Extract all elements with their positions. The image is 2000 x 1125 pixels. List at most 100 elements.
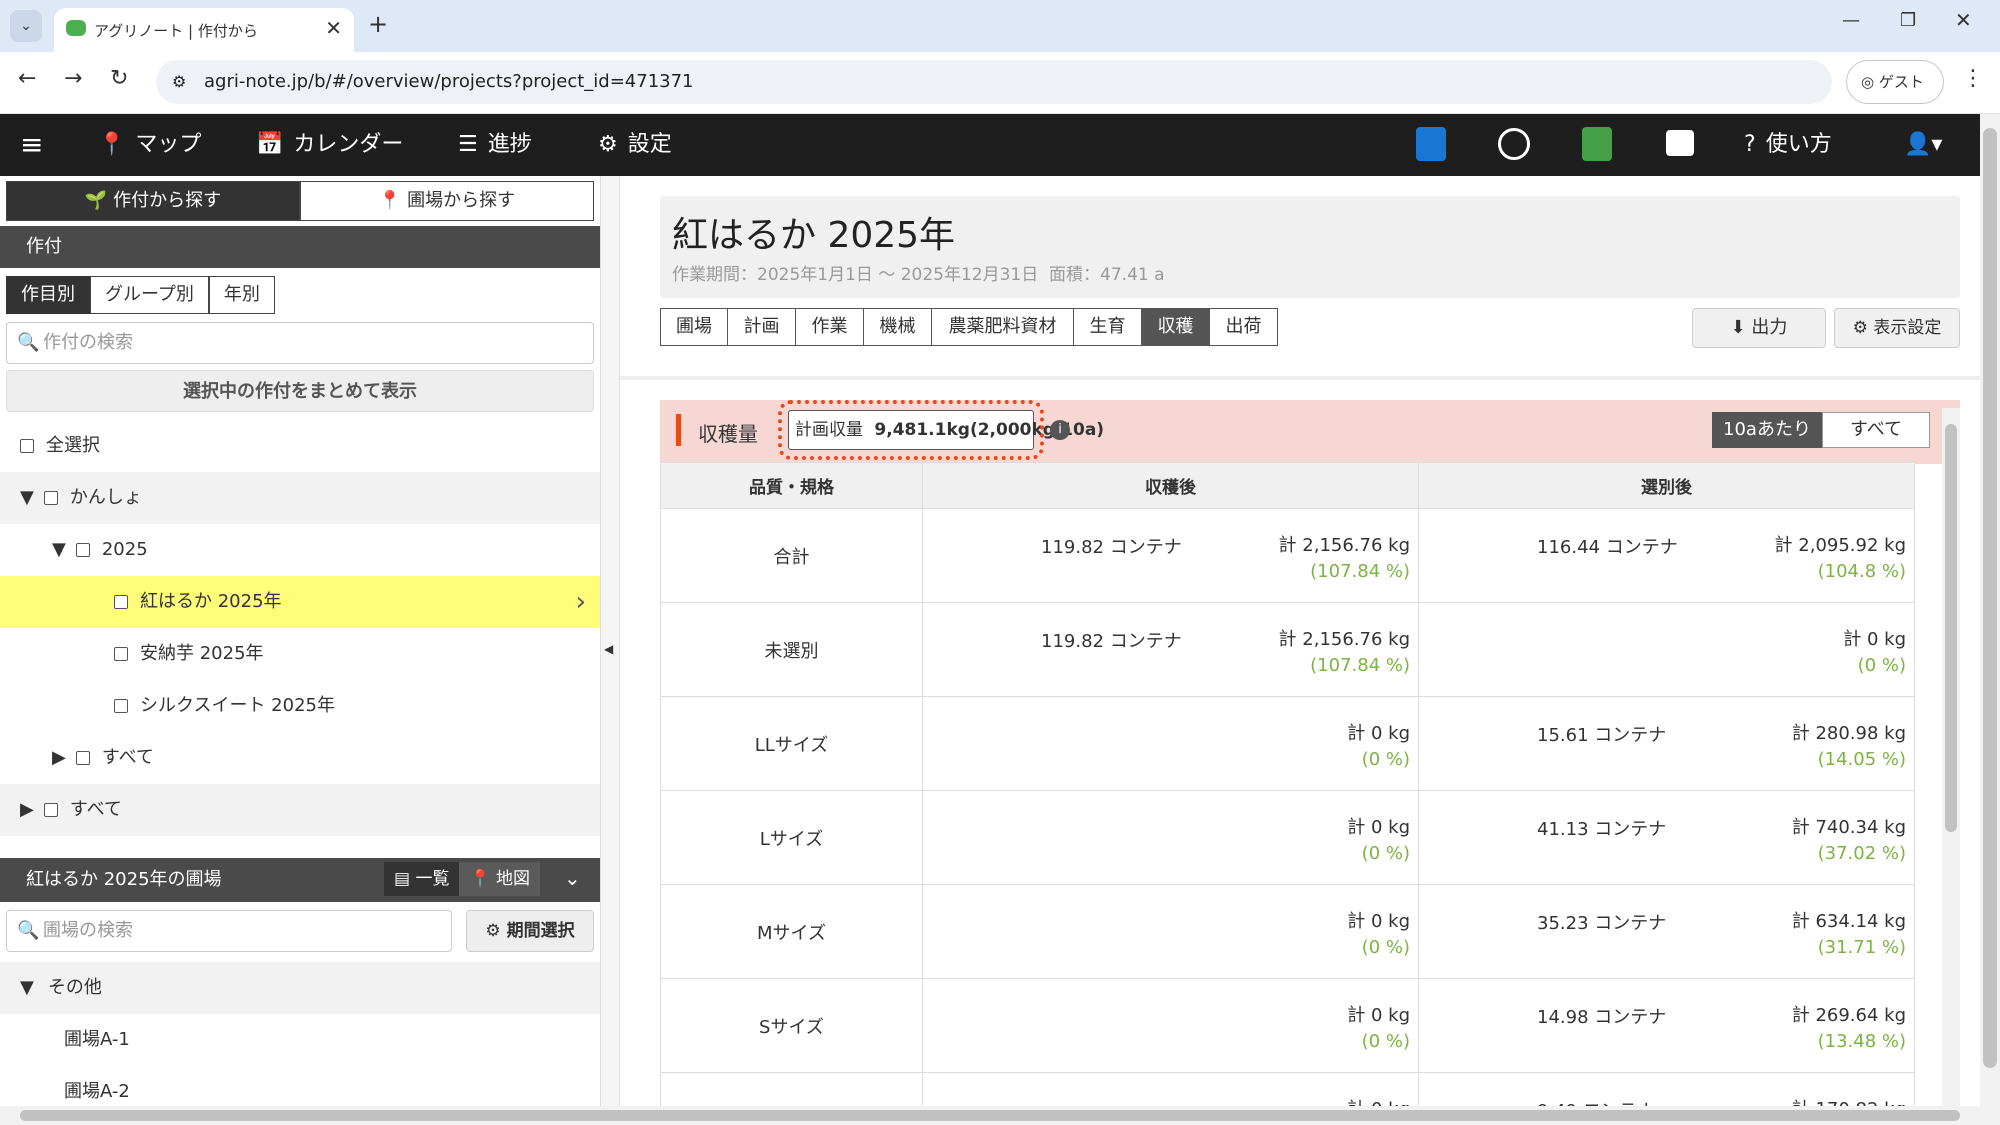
tab-plan[interactable]: 計画 bbox=[727, 308, 796, 346]
tree-group[interactable]: ▼ かんしょ bbox=[0, 472, 600, 524]
close-tab-icon[interactable]: ✕ bbox=[325, 16, 342, 40]
tab-shipping[interactable]: 出荷 bbox=[1209, 308, 1278, 346]
tab-harvest[interactable]: 収穫 bbox=[1141, 308, 1210, 346]
site-settings-icon[interactable]: ⚙ bbox=[172, 60, 186, 104]
project-header: 紅はるか 2025年 作業期間：2025年1月1日 〜 2025年12月31日 … bbox=[660, 196, 1960, 298]
mgr-app-icon[interactable] bbox=[1416, 127, 1446, 161]
quality-cell: Sサイズ bbox=[660, 978, 923, 1073]
collapsed-caret-icon[interactable]: ▶ bbox=[52, 732, 66, 784]
reload-icon[interactable]: ↻ bbox=[110, 66, 128, 91]
minimize-icon[interactable]: — bbox=[1842, 10, 1860, 31]
restore-icon[interactable]: ❐ bbox=[1900, 10, 1916, 31]
tree-sub-all[interactable]: ▶ すべて bbox=[0, 732, 600, 784]
display-settings-button[interactable]: ⚙ 表示設定 bbox=[1834, 308, 1960, 348]
root-all-label: すべて bbox=[69, 799, 122, 820]
browser-tab[interactable]: アグリノート | 作付から ✕ bbox=[54, 8, 354, 52]
table-row: Sサイズ 計 0 kg (0 %) 14.98 コンテナ 計 269.64 kg (13.… bbox=[660, 978, 1915, 1073]
item-checkbox[interactable] bbox=[114, 595, 128, 609]
chevron-down-icon[interactable]: ⌄ bbox=[564, 866, 581, 890]
crop-search-input[interactable]: 🔍 作付の検索 bbox=[6, 322, 594, 364]
page-hscroll-thumb[interactable] bbox=[20, 1110, 1960, 1121]
map-view-label: 地図 bbox=[496, 869, 531, 889]
nav-settings[interactable]: ⚙ 設定 bbox=[598, 114, 672, 176]
field-item[interactable]: 圃場A-2 bbox=[0, 1066, 600, 1106]
sheet-app-icon[interactable] bbox=[1582, 127, 1612, 161]
inner-scroll-thumb[interactable] bbox=[1945, 424, 1957, 832]
new-tab-icon[interactable]: + bbox=[368, 10, 388, 38]
harvest-table: 品質・規格 収穫後 選別後 合計 119.82 コンテナ計 2,156.76 kg… bbox=[660, 462, 1915, 1106]
search-by-field-button[interactable]: 📍 圃場から探す bbox=[300, 181, 594, 221]
expanded-caret-icon[interactable]: ▼ bbox=[20, 472, 34, 524]
after-harvest-cell: 計 0 kg bbox=[922, 1072, 1419, 1106]
nav-howto[interactable]: ? 使い方 bbox=[1744, 114, 1832, 176]
close-window-icon[interactable]: ✕ bbox=[1955, 8, 1972, 32]
item-checkbox[interactable] bbox=[114, 647, 128, 661]
per-10a-button[interactable]: 10aあたり bbox=[1712, 412, 1822, 448]
nav-map[interactable]: 📍 マップ bbox=[98, 114, 201, 176]
tab-growth[interactable]: 生育 bbox=[1073, 308, 1142, 346]
search-by-crop-button[interactable]: 🌱 作付から探す bbox=[6, 181, 300, 221]
collapsed-caret-icon[interactable]: ▶ bbox=[20, 784, 34, 836]
percent-value: (0 %) bbox=[1361, 843, 1410, 864]
hamburger-icon[interactable]: ≡ bbox=[20, 114, 43, 176]
select-all-checkbox[interactable] bbox=[20, 439, 34, 453]
export-button[interactable]: ⬇ 出力 bbox=[1692, 308, 1826, 348]
page-scroll-thumb[interactable] bbox=[1983, 128, 1997, 1068]
tree-year[interactable]: ▼ 2025 bbox=[0, 524, 600, 576]
group-checkbox[interactable] bbox=[43, 491, 58, 505]
sub-all-checkbox[interactable] bbox=[75, 751, 90, 765]
quality-cell: Lサイズ bbox=[660, 790, 923, 885]
tab-field[interactable]: 圃場 bbox=[660, 308, 728, 346]
back-icon[interactable]: ← bbox=[18, 66, 36, 91]
nav-progress[interactable]: ☰ 進捗 bbox=[458, 114, 532, 176]
field-group[interactable]: ▼ その他 bbox=[0, 962, 600, 1014]
sidebar-collapse-handle[interactable]: ◀ bbox=[600, 176, 620, 1106]
tree-item-selected[interactable]: 紅はるか 2025年 › bbox=[0, 576, 600, 628]
map-view-button[interactable]: 📍 地図 bbox=[459, 862, 541, 896]
table-row: 合計 119.82 コンテナ 計 2,156.76 kg (107.84 %) 116.… bbox=[660, 508, 1915, 603]
filter-by-group[interactable]: グループ別 bbox=[90, 276, 209, 314]
field-search-input[interactable]: 🔍 圃場の検索 bbox=[6, 910, 452, 952]
nav-calendar[interactable]: 📅 カレンダー bbox=[256, 114, 403, 176]
menu-icon[interactable]: ⋮ bbox=[1962, 66, 1984, 91]
profile-button[interactable]: ◎ ゲスト bbox=[1846, 60, 1944, 104]
user-menu-icon[interactable]: 👤▾ bbox=[1904, 114, 1942, 176]
page-vertical-scrollbar[interactable] bbox=[1980, 114, 2000, 1106]
filter-by-year[interactable]: 年別 bbox=[208, 276, 275, 314]
gear-icon: ⚙ bbox=[485, 921, 501, 941]
tab-materials[interactable]: 農薬肥料資材 bbox=[931, 308, 1074, 346]
info-icon[interactable]: i bbox=[1050, 420, 1070, 440]
tree-root-all[interactable]: ▶ すべて bbox=[0, 784, 600, 836]
forward-icon[interactable]: → bbox=[64, 66, 82, 91]
year-checkbox[interactable] bbox=[75, 543, 90, 557]
tab-work[interactable]: 作業 bbox=[795, 308, 864, 346]
filter-by-crop[interactable]: 作目別 bbox=[6, 276, 90, 314]
filter-tabs: 作目別 グループ別 年別 bbox=[6, 276, 275, 314]
period-select-button[interactable]: ⚙ 期間選択 bbox=[466, 910, 594, 952]
nav-settings-label: 設定 bbox=[627, 132, 672, 157]
item-checkbox[interactable] bbox=[114, 699, 128, 713]
inner-scrollbar[interactable] bbox=[1942, 408, 1960, 1106]
address-bar-row: ← → ↻ ⚙ agri-note.jp/b/#/overview/projec… bbox=[0, 52, 2000, 114]
tab-machine[interactable]: 機械 bbox=[863, 308, 932, 346]
container-count: 9.49 コンテナ bbox=[1537, 1097, 1655, 1106]
show-selected-button[interactable]: 選択中の作付をまとめて表示 bbox=[6, 370, 594, 412]
root-all-checkbox[interactable] bbox=[43, 803, 58, 817]
all-button[interactable]: すべて bbox=[1822, 412, 1930, 448]
select-all-item[interactable]: 全選択 bbox=[0, 420, 600, 472]
list-view-button[interactable]: ▤ 一覧 bbox=[384, 862, 460, 896]
after-sorting-cell: 15.61 コンテナ 計 280.98 kg (14.05 %) bbox=[1418, 696, 1915, 791]
page-horizontal-scrollbar[interactable] bbox=[0, 1106, 2000, 1125]
field-item[interactable]: 圃場A-1 bbox=[0, 1014, 600, 1066]
expanded-caret-icon[interactable]: ▼ bbox=[20, 962, 34, 1014]
chat-icon[interactable] bbox=[1666, 130, 1694, 156]
collapse-left-icon[interactable]: ◀ bbox=[604, 642, 613, 656]
tab-title: アグリノート | 作付から bbox=[94, 22, 258, 40]
table-row: 計 0 kg 9.49 コンテナ 計 170.82 kg bbox=[660, 1072, 1915, 1106]
asterisk-app-icon[interactable] bbox=[1498, 128, 1530, 160]
tree-item[interactable]: シルクスイート 2025年 bbox=[0, 680, 600, 732]
tree-item[interactable]: 安納芋 2025年 bbox=[0, 628, 600, 680]
tab-list-button[interactable]: ⌄ bbox=[10, 10, 42, 42]
url-field[interactable]: ⚙ agri-note.jp/b/#/overview/projects?pro… bbox=[156, 60, 1832, 104]
expanded-caret-icon[interactable]: ▼ bbox=[52, 524, 66, 576]
